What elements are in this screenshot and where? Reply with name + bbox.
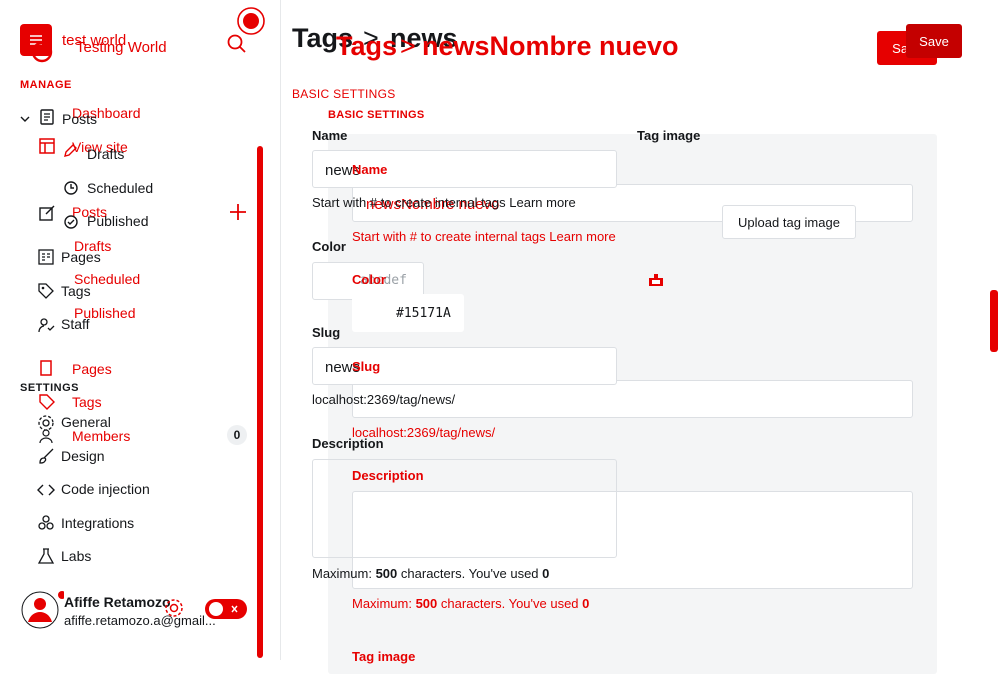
clock-icon bbox=[64, 181, 78, 195]
overlay-description-used: 0 bbox=[582, 596, 590, 611]
sidebar-item-scheduled[interactable]: Scheduled bbox=[87, 180, 153, 196]
site-ring-icon bbox=[31, 41, 53, 63]
save-button-overlay[interactable]: Save bbox=[906, 24, 962, 58]
tag-icon bbox=[38, 283, 54, 299]
view-site-icon bbox=[39, 138, 55, 154]
posts-pencil-icon bbox=[64, 144, 77, 157]
overlay-name-hint: Start with # to create internal tags Lea… bbox=[352, 229, 616, 244]
plus-icon[interactable] bbox=[229, 203, 247, 221]
members-count-badge: 0 bbox=[227, 425, 247, 445]
edit-icon bbox=[39, 205, 55, 221]
flask-icon bbox=[37, 548, 55, 564]
color-label: Color bbox=[312, 239, 346, 254]
main-scrollbar[interactable] bbox=[990, 290, 998, 352]
description-used: 0 bbox=[542, 566, 550, 581]
overlay-color-value: #15171A bbox=[396, 306, 451, 321]
notification-icon[interactable] bbox=[236, 6, 266, 36]
ghost-nav-tags[interactable]: Tags bbox=[72, 394, 102, 410]
slug-url: localhost:2369/tag/news/ bbox=[312, 392, 456, 407]
upload-tag-image-button[interactable]: Upload tag image bbox=[722, 205, 856, 239]
slug-label: Slug bbox=[312, 325, 341, 340]
ghost-nav-members[interactable]: Members bbox=[72, 428, 130, 444]
upload-tag-image-label: Upload tag image bbox=[738, 214, 840, 230]
pages-icon bbox=[38, 249, 54, 265]
sidebar-item-tags[interactable]: Tags bbox=[61, 283, 91, 299]
sidebar-scrollbar[interactable] bbox=[257, 146, 263, 658]
check-circle-icon bbox=[64, 215, 78, 229]
ghost-tags-icon bbox=[39, 394, 55, 410]
members-icon bbox=[39, 429, 53, 444]
sidebar-item-general[interactable]: General bbox=[61, 414, 111, 430]
overlay-description-label: Description bbox=[352, 468, 424, 483]
overlay-slug-label: Slug bbox=[352, 359, 381, 374]
sidebar-item-posts[interactable]: Posts bbox=[62, 111, 97, 127]
overlay-tag-image-label: Tag image bbox=[352, 649, 416, 664]
description-hint-prefix: Maximum: bbox=[312, 566, 372, 581]
tag-image-label: Tag image bbox=[637, 128, 701, 143]
posts-icon bbox=[40, 109, 54, 125]
toggle-icon[interactable] bbox=[204, 598, 248, 620]
avatar[interactable] bbox=[20, 590, 64, 630]
description-max: 500 bbox=[375, 566, 398, 581]
staff-icon bbox=[38, 318, 55, 333]
ghost-nav-pages[interactable]: Pages bbox=[72, 361, 112, 377]
overlay-description-max: 500 bbox=[415, 596, 438, 611]
code-icon bbox=[37, 484, 55, 496]
description-label: Description bbox=[312, 436, 384, 451]
manage-label: MANAGE bbox=[20, 79, 72, 91]
sidebar-item-pages[interactable]: Pages bbox=[61, 249, 101, 265]
search-icon[interactable] bbox=[226, 33, 248, 55]
overlay-color-label: Color bbox=[352, 272, 386, 287]
name-label: Name bbox=[312, 128, 348, 143]
overlay-description-hint-mid: characters. You've used bbox=[440, 596, 579, 611]
overlay-description-hint: Maximum: 500 characters. You've used 0 bbox=[352, 596, 589, 611]
site-title-overlay: Testing World bbox=[76, 39, 167, 56]
sidebar-item-drafts[interactable]: Drafts bbox=[87, 146, 124, 162]
integrations-icon bbox=[38, 515, 54, 530]
overlay-description-hint-prefix: Maximum: bbox=[352, 596, 412, 611]
ghost-pages-icon bbox=[40, 360, 52, 376]
description-hint-mid: characters. You've used bbox=[400, 566, 539, 581]
overlay-section-title: BASIC SETTINGS bbox=[328, 109, 425, 121]
sidebar-item-integrations[interactable]: Integrations bbox=[61, 515, 134, 531]
overlay-name-label: Name bbox=[352, 162, 388, 177]
page-title-overlay-root: Tags bbox=[336, 31, 398, 61]
description-hint: Maximum: 500 characters. You've used 0 bbox=[312, 566, 549, 581]
sidebar-item-published[interactable]: Published bbox=[87, 213, 149, 229]
user-email: afiffe.retamozo.a@gmail... bbox=[64, 613, 216, 628]
brush-icon bbox=[39, 448, 54, 464]
section-title: BASIC SETTINGS bbox=[292, 87, 396, 101]
sidebar-item-labs[interactable]: Labs bbox=[61, 548, 91, 564]
trash-icon[interactable] bbox=[648, 273, 664, 287]
page-title-overlay-current: newsNombre nuevo bbox=[422, 31, 679, 61]
name-hint: Start with # to create internal tags Lea… bbox=[312, 195, 576, 210]
settings-gear-icon[interactable] bbox=[164, 598, 184, 618]
settings-label: SETTINGS bbox=[20, 382, 80, 394]
page-title-overlay-sep: > bbox=[400, 31, 416, 61]
sidebar-item-staff[interactable]: Staff bbox=[61, 316, 90, 332]
sidebar-item-design[interactable]: Design bbox=[61, 448, 105, 464]
sidebar-item-code-injection[interactable]: Code injection bbox=[61, 481, 150, 497]
chevron-down-icon[interactable] bbox=[19, 113, 31, 125]
